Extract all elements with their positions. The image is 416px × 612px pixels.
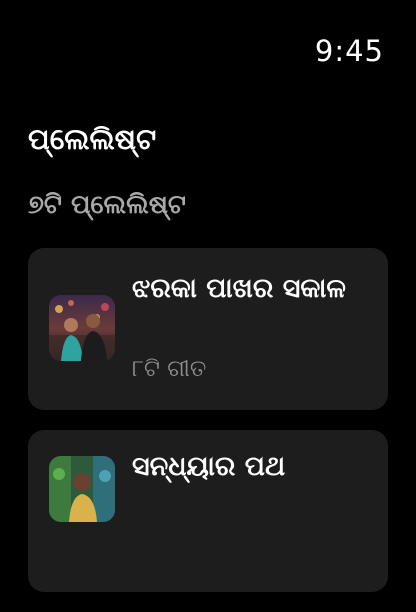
couple-street-photo-icon [49, 295, 115, 361]
playlist-title: ସନ୍ଧ୍ୟାର ପଥ [132, 451, 286, 482]
playlist-title: ଝରକା ପାଖର ସକାଳ [132, 273, 346, 304]
playlist-song-count: ୮ଟି ଗୀତ [132, 356, 207, 382]
page-title: ପ୍ଲେଲିଷ୍ଟ [28, 122, 157, 156]
status-time: 9:45 [314, 34, 384, 68]
playlist-card-1[interactable]: ଝରକା ପାଖର ସକାଳ ୮ଟି ଗୀତ [28, 248, 388, 410]
playlist-list: ଝରକା ପାଖର ସକାଳ ୮ଟି ଗୀତ ସନ୍ଧ୍ୟାର ପଥ [28, 248, 388, 612]
playlist-count-subtitle: ୭ଟି ପ୍ଲେଲିଷ୍ଟ [28, 190, 186, 220]
playlist-card-2[interactable]: ସନ୍ଧ୍ୟାର ପଥ [28, 430, 388, 592]
woman-garden-photo-icon [49, 456, 115, 522]
